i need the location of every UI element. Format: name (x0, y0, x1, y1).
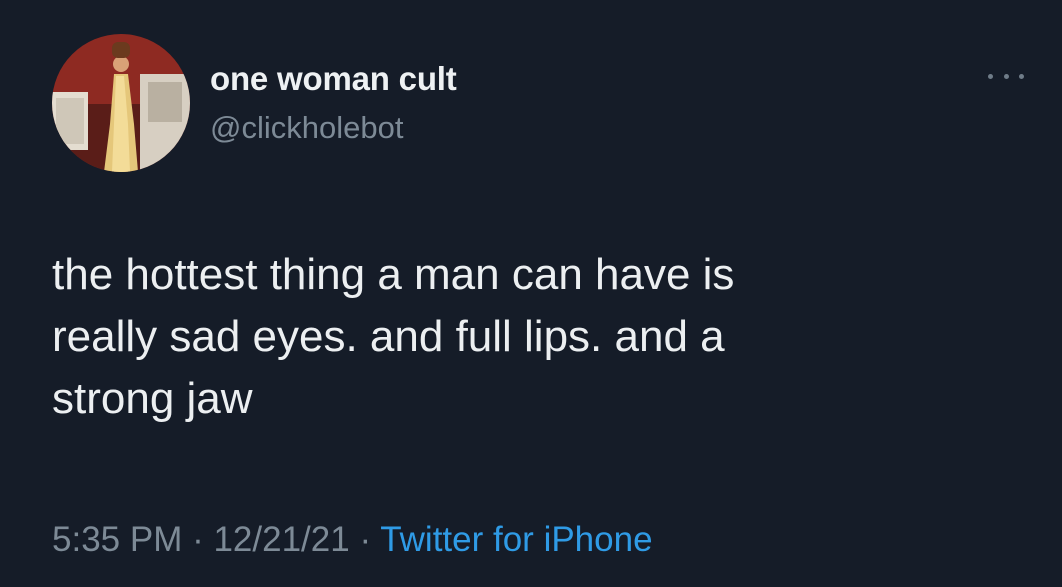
dot (1003, 73, 1009, 79)
dot (988, 73, 993, 79)
display-name[interactable]: one woman cult (210, 60, 457, 98)
tweet-text: the hottest thing a man can have is real… (52, 250, 735, 423)
tweet-source-link[interactable]: Twitter for iPhone (380, 520, 652, 559)
tweet-card: one woman cult @clickholebot the hottest… (0, 0, 1062, 587)
avatar[interactable] (52, 34, 190, 172)
meta-separator: · (349, 520, 381, 559)
tweet-date[interactable]: 12/21/21 (213, 520, 349, 559)
more-options-icon[interactable] (988, 66, 1024, 86)
avatar-photo-icon (52, 34, 190, 172)
dot (1019, 73, 1024, 79)
tweet-meta: 5:35 PM · 12/21/21 · Twitter for iPhone (52, 520, 653, 560)
tweet-time[interactable]: 5:35 PM (52, 520, 182, 559)
user-handle[interactable]: @clickholebot (210, 110, 403, 146)
meta-separator: · (182, 520, 214, 559)
